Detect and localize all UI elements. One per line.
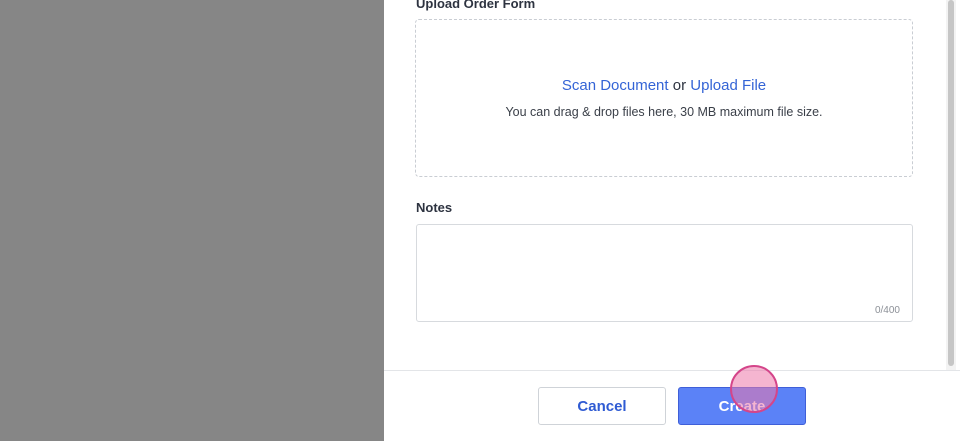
scan-document-link[interactable]: Scan Document bbox=[562, 77, 669, 94]
dropzone-actions: Scan Document or Upload File bbox=[416, 77, 912, 94]
or-separator: or bbox=[672, 77, 687, 94]
modal-backdrop[interactable] bbox=[0, 0, 384, 441]
notes-textarea[interactable]: 0/400 bbox=[416, 224, 913, 322]
panel-scrollbar[interactable] bbox=[946, 0, 956, 370]
notes-char-counter: 0/400 bbox=[874, 305, 900, 316]
file-dropzone[interactable]: Scan Document or Upload File You can dra… bbox=[415, 19, 913, 177]
create-order-panel: Upload Order Form Scan Document or Uploa… bbox=[384, 0, 960, 442]
notes-label: Notes bbox=[416, 200, 453, 215]
panel-footer: Cancel Create bbox=[384, 365, 960, 442]
scrollbar-thumb[interactable] bbox=[948, 0, 954, 366]
upload-file-link[interactable]: Upload File bbox=[690, 77, 766, 94]
create-button[interactable]: Create bbox=[678, 387, 806, 425]
dropzone-hint: You can drag & drop files here, 30 MB ma… bbox=[505, 105, 823, 119]
cancel-button[interactable]: Cancel bbox=[538, 387, 666, 425]
upload-order-form-label: Upload Order Form bbox=[416, 0, 536, 11]
